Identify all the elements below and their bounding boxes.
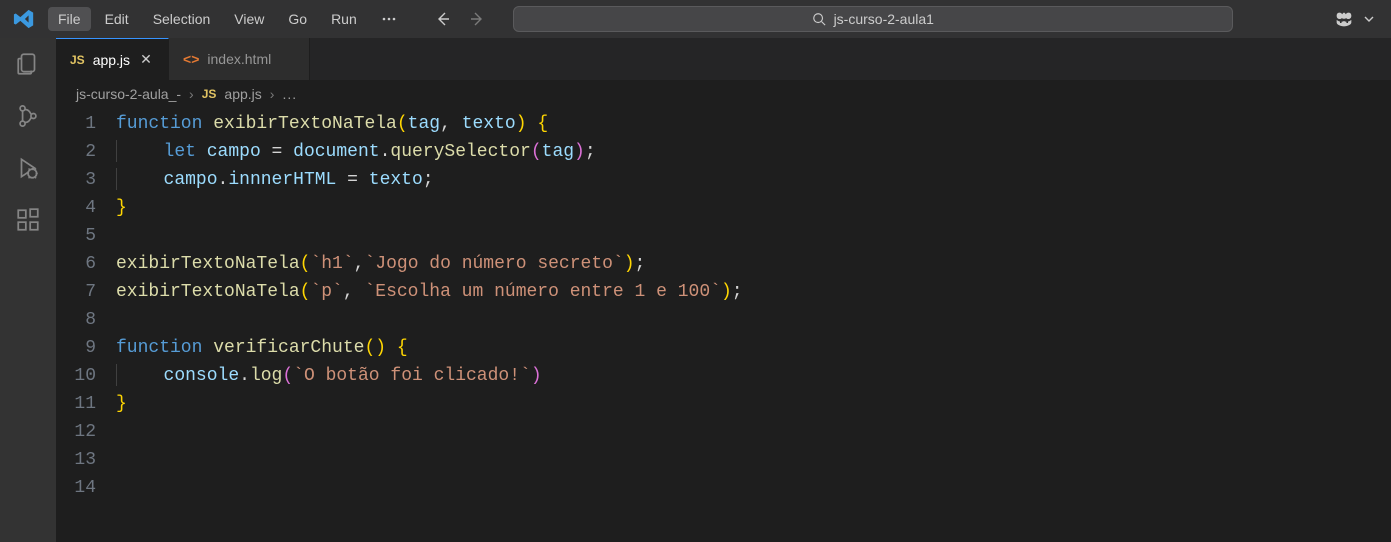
- line-number: 11: [56, 390, 116, 418]
- nav-forward-icon[interactable]: [469, 11, 485, 27]
- indent-guide: [116, 140, 127, 162]
- indent-guide: [116, 364, 127, 386]
- code-line[interactable]: 5: [56, 222, 1391, 250]
- code-line[interactable]: 2 let campo = document.querySelector(tag…: [56, 138, 1391, 166]
- js-file-icon: JS: [70, 53, 85, 67]
- copilot-icon[interactable]: [1333, 8, 1355, 30]
- menu-selection[interactable]: Selection: [143, 7, 221, 31]
- explorer-icon[interactable]: [12, 48, 44, 80]
- line-content[interactable]: let campo = document.querySelector(tag);: [116, 138, 596, 166]
- run-debug-icon[interactable]: [12, 152, 44, 184]
- code-line[interactable]: 3 campo.innnerHTML = texto;: [56, 166, 1391, 194]
- code-editor[interactable]: 1function exibirTextoNaTela(tag, texto) …: [56, 108, 1391, 542]
- source-control-icon[interactable]: [12, 100, 44, 132]
- code-line[interactable]: 13: [56, 446, 1391, 474]
- code-line[interactable]: 6exibirTextoNaTela(`h1`,`Jogo do número …: [56, 250, 1391, 278]
- close-tab-icon[interactable]: ✕: [138, 51, 154, 68]
- code-line[interactable]: 10 console.log(`O botão foi clicado!`): [56, 362, 1391, 390]
- line-number: 4: [56, 194, 116, 222]
- js-file-icon: JS: [202, 87, 217, 101]
- nav-back-icon[interactable]: [435, 11, 451, 27]
- menu-run[interactable]: Run: [321, 7, 367, 31]
- menu-go[interactable]: Go: [278, 7, 317, 31]
- command-center-search[interactable]: js-curso-2-aula1: [513, 6, 1233, 32]
- menu-more-icon[interactable]: [371, 7, 407, 31]
- line-number: 10: [56, 362, 116, 390]
- tab-app-js[interactable]: JS app.js ✕: [56, 38, 169, 80]
- line-number: 1: [56, 110, 116, 138]
- line-number: 8: [56, 306, 116, 334]
- editor-tabs: JS app.js ✕ <> index.html ✕: [56, 38, 1391, 80]
- activity-bar: [0, 38, 56, 542]
- breadcrumbs[interactable]: js-curso-2-aula_- › JS app.js › ...: [56, 80, 1391, 108]
- breadcrumb-folder[interactable]: js-curso-2-aula_-: [76, 86, 181, 102]
- code-line[interactable]: 14: [56, 474, 1391, 502]
- menu-view[interactable]: View: [224, 7, 274, 31]
- tab-label: app.js: [93, 52, 130, 68]
- line-content[interactable]: }: [116, 390, 127, 418]
- line-number: 5: [56, 222, 116, 250]
- line-content[interactable]: campo.innnerHTML = texto;: [116, 166, 434, 194]
- chevron-right-icon: ›: [270, 86, 275, 102]
- code-line[interactable]: 1function exibirTextoNaTela(tag, texto) …: [56, 110, 1391, 138]
- line-content[interactable]: function verificarChute() {: [116, 334, 408, 362]
- close-tab-icon[interactable]: ✕: [279, 51, 295, 68]
- tab-label: index.html: [207, 51, 271, 67]
- chevron-right-icon: ›: [189, 86, 194, 102]
- line-content[interactable]: exibirTextoNaTela(`h1`,`Jogo do número s…: [116, 250, 645, 278]
- tab-index-html[interactable]: <> index.html ✕: [169, 38, 310, 80]
- code-line[interactable]: 7exibirTextoNaTela(`p`, `Escolha um núme…: [56, 278, 1391, 306]
- chevron-down-icon[interactable]: [1363, 13, 1375, 25]
- code-line[interactable]: 8: [56, 306, 1391, 334]
- code-line[interactable]: 4}: [56, 194, 1391, 222]
- line-number: 9: [56, 334, 116, 362]
- line-number: 12: [56, 418, 116, 446]
- line-number: 3: [56, 166, 116, 194]
- line-content[interactable]: console.log(`O botão foi clicado!`): [116, 362, 542, 390]
- menu-edit[interactable]: Edit: [95, 7, 139, 31]
- breadcrumb-file[interactable]: app.js: [224, 86, 261, 102]
- code-line[interactable]: 11}: [56, 390, 1391, 418]
- line-number: 7: [56, 278, 116, 306]
- line-number: 13: [56, 446, 116, 474]
- line-content[interactable]: }: [116, 194, 127, 222]
- line-number: 6: [56, 250, 116, 278]
- line-number: 2: [56, 138, 116, 166]
- vscode-logo-icon: [12, 7, 36, 31]
- main-area: JS app.js ✕ <> index.html ✕ js-curso-2-a…: [0, 38, 1391, 542]
- editor-area: JS app.js ✕ <> index.html ✕ js-curso-2-a…: [56, 38, 1391, 542]
- indent-guide: [116, 168, 127, 190]
- search-icon: [812, 12, 826, 26]
- search-text: js-curso-2-aula1: [834, 11, 934, 27]
- code-line[interactable]: 12: [56, 418, 1391, 446]
- breadcrumb-more[interactable]: ...: [282, 86, 297, 102]
- code-line[interactable]: 9function verificarChute() {: [56, 334, 1391, 362]
- line-content[interactable]: exibirTextoNaTela(`p`, `Escolha um númer…: [116, 278, 743, 306]
- line-number: 14: [56, 474, 116, 502]
- html-file-icon: <>: [183, 51, 199, 67]
- title-bar: File Edit Selection View Go Run js-curso…: [0, 0, 1391, 38]
- menu-file[interactable]: File: [48, 7, 91, 31]
- line-content[interactable]: function exibirTextoNaTela(tag, texto) {: [116, 110, 548, 138]
- extensions-icon[interactable]: [12, 204, 44, 236]
